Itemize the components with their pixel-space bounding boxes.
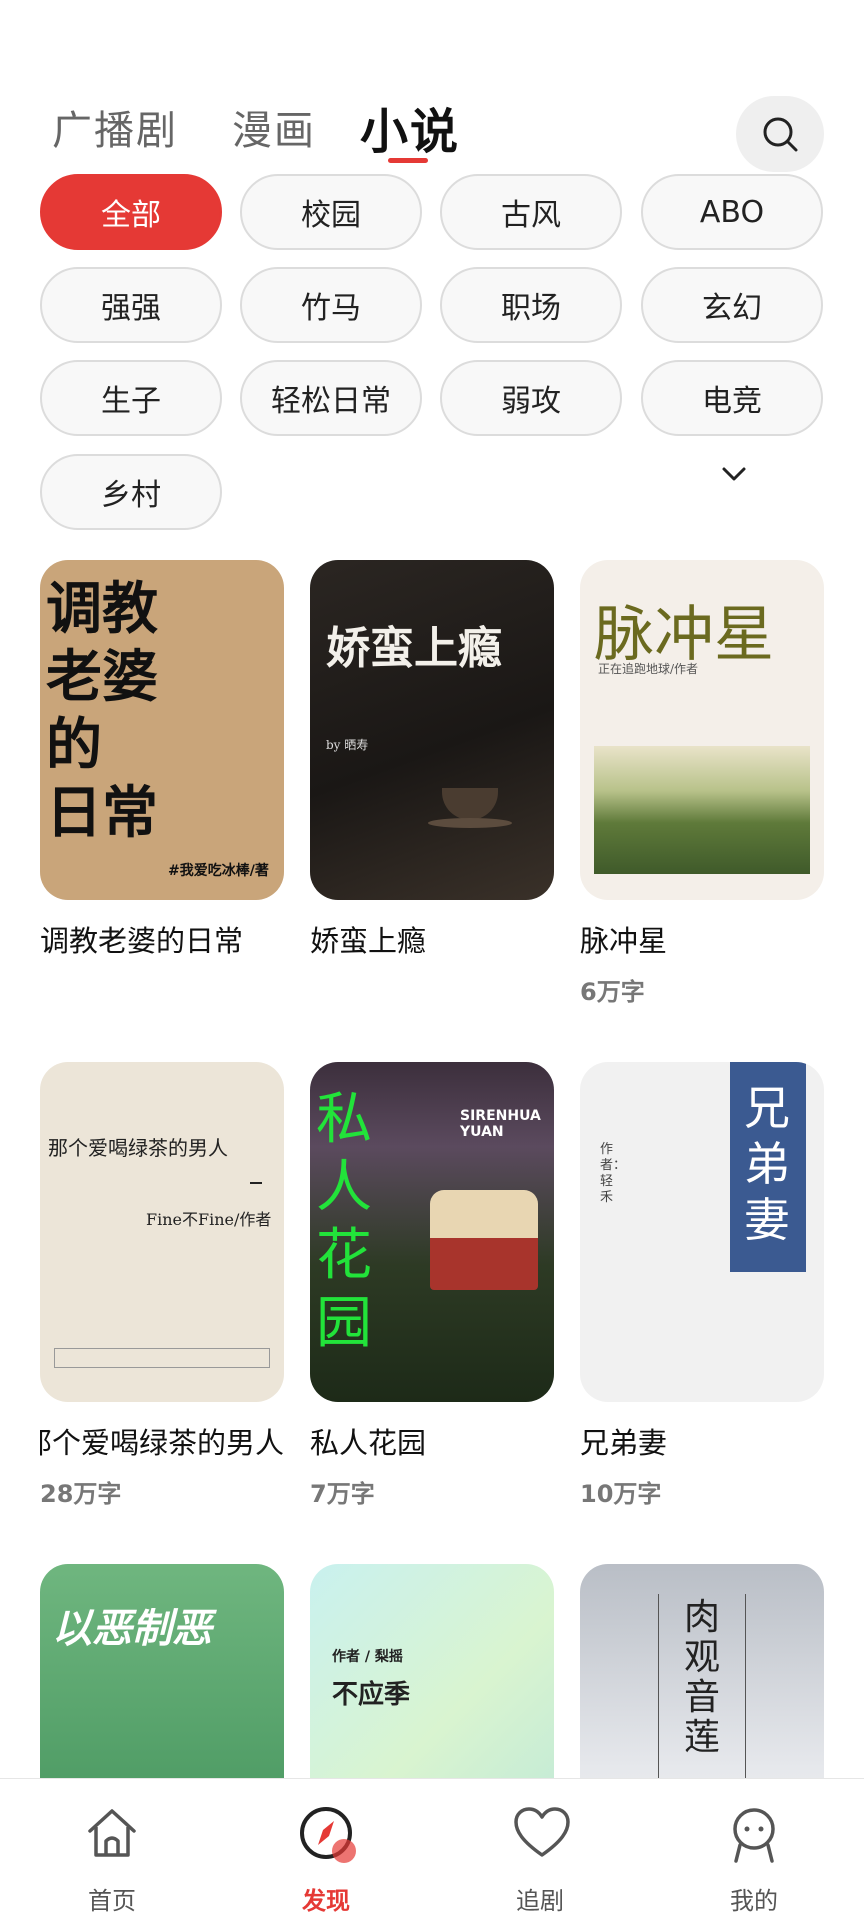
category-chip[interactable]: 竹马 xyxy=(240,267,422,343)
search-button[interactable] xyxy=(736,96,824,172)
cover-title-line: 那个爱喝绿茶的男人 xyxy=(48,1136,228,1160)
category-chip[interactable]: 强强 xyxy=(40,267,222,343)
cover-author: 作者：轻禾 xyxy=(600,1142,627,1205)
nav-home[interactable]: 首页 xyxy=(4,1779,220,1920)
category-chip[interactable]: 生子 xyxy=(40,360,222,436)
saucer-illustration xyxy=(428,818,512,828)
book-cover[interactable]: 脉冲星 正在追跑地球/作者 xyxy=(580,560,824,900)
cover-title-line: 不应季 xyxy=(332,1680,411,1710)
tab-comics[interactable]: 漫画 xyxy=(232,98,316,156)
nav-profile[interactable]: 我的 xyxy=(646,1779,862,1920)
book-word-count: 28万字 xyxy=(40,1480,122,1508)
profile-icon xyxy=(733,1808,775,1863)
book-word-count: 6万字 xyxy=(580,978,645,1006)
category-chip[interactable]: 职场 xyxy=(440,267,622,343)
book-word-count: 7万字 xyxy=(310,1480,375,1508)
book-title: 调教老婆的日常 xyxy=(40,924,244,958)
book-title: 娇蛮上瘾 xyxy=(310,924,427,958)
landscape-photo xyxy=(594,746,810,874)
category-chip[interactable]: 乡村 xyxy=(40,454,222,530)
chevron-down-icon[interactable] xyxy=(716,457,752,493)
category-chip[interactable]: 古风 xyxy=(440,174,622,250)
nav-label: 首页 xyxy=(88,1887,136,1915)
book-cover[interactable]: 兄弟妻 作者：轻禾 xyxy=(580,1062,824,1402)
cover-title-line: 娇蛮上瘾 xyxy=(326,623,502,674)
category-chip[interactable]: ABO xyxy=(641,174,823,250)
nav-label: 追剧 xyxy=(516,1887,564,1915)
teacup-illustration xyxy=(442,788,498,820)
train-illustration xyxy=(430,1190,538,1290)
category-chip[interactable]: 电竞 xyxy=(641,360,823,436)
book-cover[interactable]: 私人花园 SIRENHUA YUAN xyxy=(310,1062,554,1402)
cover-bottom-strip xyxy=(54,1348,270,1368)
book-cover[interactable]: 娇蛮上瘾 by 晒寿 xyxy=(310,560,554,900)
category-chip[interactable]: 校园 xyxy=(240,174,422,250)
book-title: 兄弟妻 xyxy=(580,1426,668,1460)
book-title: 私人花园 xyxy=(310,1426,427,1460)
compass-icon xyxy=(300,1807,356,1863)
cover-title-line: 以恶制恶 xyxy=(52,1606,212,1652)
book-title: 脉冲星 xyxy=(580,924,668,958)
book-cover[interactable]: 那个爱喝绿茶的男人 Fine不Fine/作者 xyxy=(40,1062,284,1402)
category-chip[interactable]: 轻松日常 xyxy=(240,360,422,436)
cover-dash xyxy=(250,1182,262,1184)
book-word-count: 10万字 xyxy=(580,1480,662,1508)
cover-author: 正在追跑地球/作者 xyxy=(598,662,699,676)
nav-follow[interactable]: 追剧 xyxy=(432,1779,648,1920)
cover-author: 作者 / 梨摇 xyxy=(332,1649,403,1665)
tab-novels[interactable]: 小说 xyxy=(360,92,460,162)
cover-title-line: 兄弟妻 xyxy=(744,1081,790,1247)
top-tab-bar: 广播剧 漫画 小说 xyxy=(0,90,864,180)
cover-author: Fine不Fine/作者 xyxy=(146,1210,272,1229)
active-tab-indicator xyxy=(388,158,428,163)
home-icon xyxy=(88,1809,136,1857)
cover-subtitle: SIRENHUA YUAN xyxy=(460,1108,541,1140)
heart-icon xyxy=(514,1807,570,1857)
cover-title-line: 肉观音莲 xyxy=(684,1597,721,1758)
book-cover[interactable]: 调教 老婆 的 日常 #我爱吃冰棒/著 xyxy=(40,560,284,900)
category-chip-all[interactable]: 全部 xyxy=(40,174,222,250)
cover-author: #我爱吃冰棒/著 xyxy=(168,863,269,879)
category-chip[interactable]: 玄幻 xyxy=(641,267,823,343)
nav-label: 我的 xyxy=(730,1887,778,1915)
category-chip[interactable]: 弱攻 xyxy=(440,360,622,436)
search-icon xyxy=(763,117,798,152)
nav-label: 发现 xyxy=(302,1887,350,1915)
cover-author: by 晒寿 xyxy=(326,738,369,752)
book-title: 那个爱喝绿茶的男人 xyxy=(40,1426,284,1460)
cover-title-line: 日常 xyxy=(46,780,158,846)
cover-title-line: 私人花园 xyxy=(316,1087,372,1356)
tab-radio-drama[interactable]: 广播剧 xyxy=(52,98,178,156)
bottom-navigation: 首页 发现 追剧 我的 xyxy=(0,1778,864,1920)
nav-discover[interactable]: 发现 xyxy=(218,1779,434,1920)
